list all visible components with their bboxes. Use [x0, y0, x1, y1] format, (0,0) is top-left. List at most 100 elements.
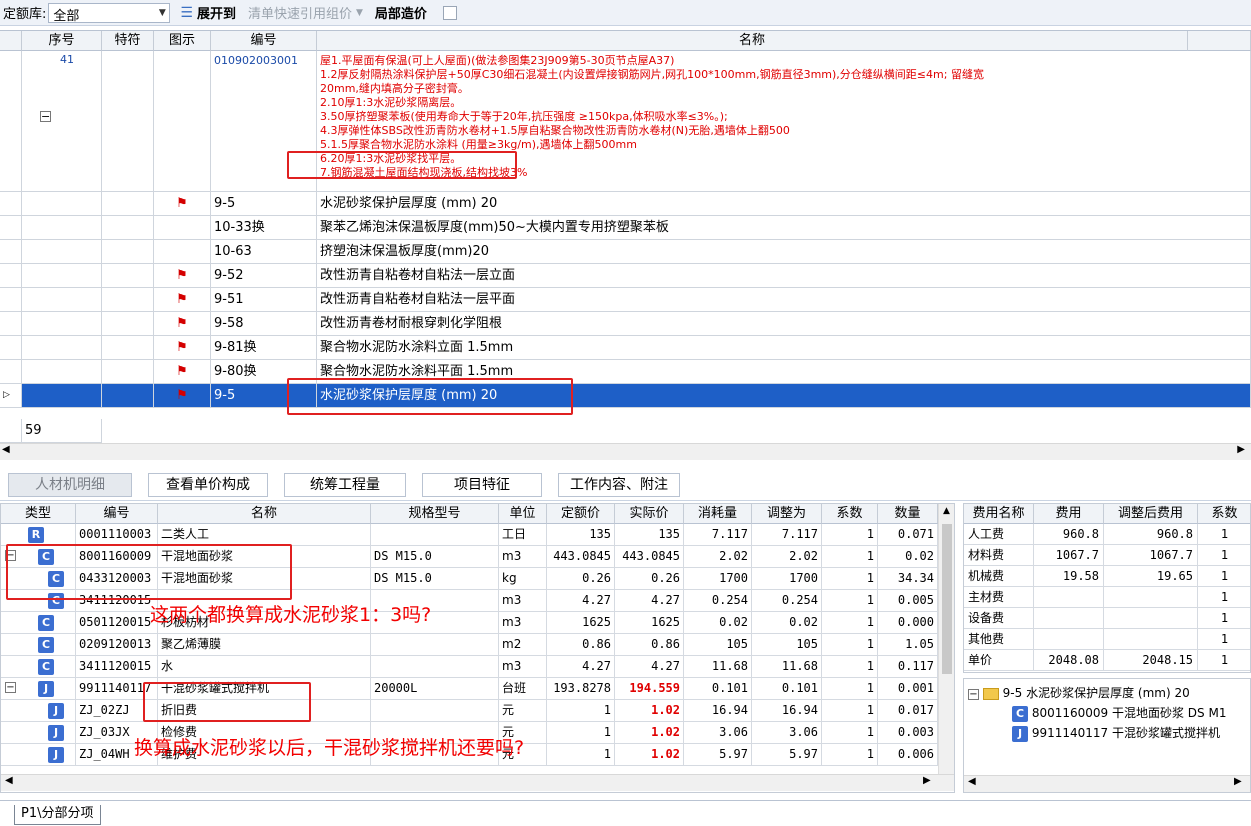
quota-code[interactable]: 10-33换: [211, 216, 317, 240]
fee-name[interactable]: 机械费: [964, 566, 1034, 587]
quota-icon-cell[interactable]: ⚑: [154, 384, 211, 408]
resource-type[interactable]: C: [1, 634, 76, 656]
col-header-coef[interactable]: 系数: [822, 504, 878, 524]
bill-seq-cell[interactable]: 41 −: [22, 51, 102, 192]
resource-consumption[interactable]: 2.02: [684, 546, 752, 568]
resource-unit[interactable]: m3: [499, 656, 547, 678]
col-header-qty[interactable]: 数量: [878, 504, 938, 524]
resource-spec[interactable]: [371, 524, 499, 546]
resource-type[interactable]: J: [1, 722, 76, 744]
resource-coef[interactable]: 1: [822, 744, 878, 766]
resource-consumption[interactable]: 5.97: [684, 744, 752, 766]
col-header-actual-price[interactable]: 实际价: [615, 504, 684, 524]
quota-icon-cell[interactable]: ⚑: [154, 288, 211, 312]
resource-type[interactable]: J −: [1, 678, 76, 700]
fee-coef[interactable]: 1: [1198, 608, 1250, 629]
horizontal-scrollbar[interactable]: ◀ ▶: [1, 774, 954, 791]
col-header-unit[interactable]: 单位: [499, 504, 547, 524]
quota-name[interactable]: 改性沥青自粘卷材自粘法一层平面: [317, 288, 1251, 312]
fee-coef[interactable]: 1: [1198, 650, 1250, 671]
resource-consumption[interactable]: 105: [684, 634, 752, 656]
resource-consumption[interactable]: 7.117: [684, 524, 752, 546]
resource-coef[interactable]: 1: [822, 590, 878, 612]
resource-actual-price[interactable]: 0.26: [615, 568, 684, 590]
resource-name[interactable]: 二类人工: [158, 524, 371, 546]
expand-to-button[interactable]: ☰ 展开到: [180, 3, 236, 23]
resource-spec[interactable]: [371, 700, 499, 722]
resource-type[interactable]: R: [1, 524, 76, 546]
chevron-down-icon[interactable]: ▼: [155, 4, 169, 22]
col-header-consumption[interactable]: 消耗量: [684, 504, 752, 524]
resource-quota-price[interactable]: 193.8278: [547, 678, 615, 700]
resource-unit[interactable]: m3: [499, 612, 547, 634]
fee-adjusted[interactable]: 19.65: [1104, 566, 1198, 587]
fee-coef[interactable]: 1: [1198, 629, 1250, 650]
quota-seq-cell[interactable]: [22, 360, 102, 384]
fee-adjusted[interactable]: 1067.7: [1104, 545, 1198, 566]
tab-labor-material-machine[interactable]: 人材机明细: [8, 473, 132, 497]
quota-icon-cell[interactable]: [154, 240, 211, 264]
resource-adjusted[interactable]: 5.97: [752, 744, 822, 766]
tab-unit-price[interactable]: 查看单价构成: [148, 473, 268, 497]
fee-coef[interactable]: 1: [1198, 566, 1250, 587]
quota-name[interactable]: 聚合物水泥防水涂料立面 1.5mm: [317, 336, 1251, 360]
resource-adjusted[interactable]: 0.02: [752, 612, 822, 634]
fee-coef[interactable]: 1: [1198, 587, 1250, 608]
quota-special-cell[interactable]: [102, 360, 154, 384]
quota-name[interactable]: 挤塑泡沫保温板厚度(mm)20: [317, 240, 1251, 264]
collapse-icon[interactable]: −: [40, 111, 51, 122]
resource-coef[interactable]: 1: [822, 700, 878, 722]
resource-actual-price[interactable]: 0.86: [615, 634, 684, 656]
fee-adjusted[interactable]: 960.8: [1104, 524, 1198, 545]
tab-quantity[interactable]: 统筹工程量: [284, 473, 406, 497]
resource-quota-price[interactable]: 135: [547, 524, 615, 546]
resource-type[interactable]: J: [1, 700, 76, 722]
resource-quota-price[interactable]: 1: [547, 700, 615, 722]
bill-icon-cell[interactable]: [154, 51, 211, 192]
col-header-name[interactable]: 名称: [317, 31, 1188, 51]
quota-special-cell[interactable]: [102, 336, 154, 360]
quota-seq-cell[interactable]: [22, 384, 102, 408]
col-header-seq[interactable]: 序号: [22, 31, 102, 51]
fee-value[interactable]: 960.8: [1034, 524, 1104, 545]
collapse-icon[interactable]: −: [5, 682, 16, 693]
quota-special-cell[interactable]: [102, 240, 154, 264]
quota-special-cell[interactable]: [102, 216, 154, 240]
resource-quota-price[interactable]: 1: [547, 744, 615, 766]
col-header-adjusted-fee[interactable]: 调整后费用: [1104, 504, 1198, 524]
quota-code[interactable]: 10-63: [211, 240, 317, 264]
resource-unit[interactable]: 元: [499, 700, 547, 722]
col-header-special[interactable]: 特符: [102, 31, 154, 51]
quota-special-cell[interactable]: [102, 288, 154, 312]
resource-unit[interactable]: 工日: [499, 524, 547, 546]
resource-coef[interactable]: 1: [822, 568, 878, 590]
resource-actual-price[interactable]: 1.02: [615, 700, 684, 722]
fee-name[interactable]: 单价: [964, 650, 1034, 671]
quota-code[interactable]: 9-58: [211, 312, 317, 336]
resource-type[interactable]: C: [1, 656, 76, 678]
fee-name[interactable]: 材料费: [964, 545, 1034, 566]
scroll-up-icon[interactable]: ▲: [943, 506, 950, 516]
quota-icon-cell[interactable]: ⚑: [154, 360, 211, 384]
resource-unit[interactable]: kg: [499, 568, 547, 590]
fee-coef[interactable]: 1: [1198, 545, 1250, 566]
fee-adjusted[interactable]: [1104, 629, 1198, 650]
quota-seq-cell[interactable]: [22, 192, 102, 216]
resource-actual-price[interactable]: 135: [615, 524, 684, 546]
quota-name[interactable]: 改性沥青自粘卷材自粘法一层立面: [317, 264, 1251, 288]
col-header-quota-price[interactable]: 定额价: [547, 504, 615, 524]
resource-consumption[interactable]: 1700: [684, 568, 752, 590]
resource-consumption[interactable]: 0.02: [684, 612, 752, 634]
col-header-type[interactable]: 类型: [1, 504, 76, 524]
quota-special-cell[interactable]: [102, 192, 154, 216]
resource-quota-price[interactable]: 443.0845: [547, 546, 615, 568]
quota-code[interactable]: 9-52: [211, 264, 317, 288]
quota-icon-cell[interactable]: ⚑: [154, 192, 211, 216]
resource-code[interactable]: 0209120013: [76, 634, 158, 656]
resource-consumption[interactable]: 11.68: [684, 656, 752, 678]
resource-type[interactable]: J: [1, 744, 76, 766]
resource-qty[interactable]: 0.001: [878, 678, 938, 700]
resource-actual-price[interactable]: 1.02: [615, 744, 684, 766]
resource-adjusted[interactable]: 0.101: [752, 678, 822, 700]
resource-adjusted[interactable]: 11.68: [752, 656, 822, 678]
